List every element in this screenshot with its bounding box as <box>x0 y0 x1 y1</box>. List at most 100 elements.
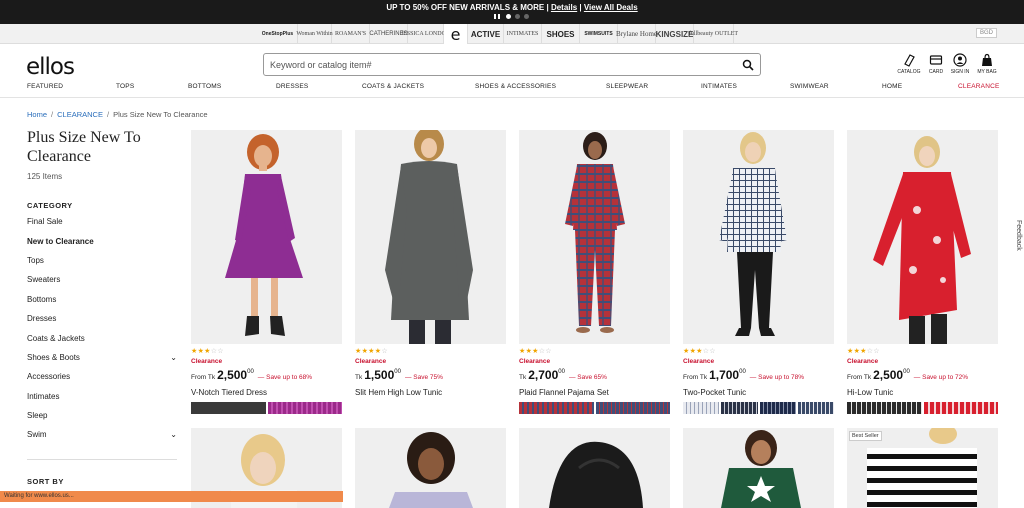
price-prefix: From Tk <box>683 374 708 381</box>
breadcrumb-separator: / <box>51 110 54 119</box>
product-card[interactable] <box>683 428 834 508</box>
promo-view-all-link[interactable]: View All Deals <box>584 3 638 12</box>
color-swatch[interactable] <box>847 402 922 414</box>
brand-link[interactable]: fullbeauty OUTLET <box>689 24 738 44</box>
nav-featured[interactable]: FEATURED <box>27 83 63 90</box>
product-image[interactable] <box>683 130 834 344</box>
card-icon <box>929 55 943 65</box>
promo-carousel-dots <box>494 14 529 19</box>
category-label: Coats & Jackets <box>27 333 85 343</box>
rating-stars: ★★★☆☆ <box>847 347 880 355</box>
chevron-down-icon[interactable]: ⌄ <box>170 430 177 439</box>
category-new-to-clearance[interactable]: New to Clearance <box>27 231 179 250</box>
nav-intimates[interactable]: INTIMATES <box>701 83 737 90</box>
category-shoes-boots[interactable]: Shoes & Boots ⌄ <box>27 348 179 367</box>
signin-link[interactable]: SIGN IN <box>945 53 975 75</box>
savings-text: — Save up to 68% <box>257 374 312 381</box>
color-swatch[interactable] <box>797 402 834 414</box>
nav-swimwear[interactable]: SWIMWEAR <box>790 83 829 90</box>
page-title: Plus Size New To Clearance <box>27 129 141 165</box>
product-name[interactable]: Two-Pocket Tunic <box>683 388 746 397</box>
product-name[interactable]: V-Notch Tiered Dress <box>191 388 267 397</box>
nav-dresses[interactable]: DRESSES <box>276 83 308 90</box>
currency-selector[interactable]: BGD <box>976 28 998 38</box>
brand-link[interactable]: SHOES <box>542 24 580 44</box>
breadcrumb-home[interactable]: Home <box>27 110 47 119</box>
search-input[interactable] <box>270 58 730 72</box>
product-card[interactable]: Best Seller <box>847 428 998 508</box>
clearance-badge: Clearance <box>355 358 387 365</box>
category-tops[interactable]: Tops <box>27 251 179 270</box>
color-swatch[interactable] <box>595 402 670 414</box>
price-amount: 2,500 <box>217 368 248 382</box>
product-card[interactable] <box>355 428 506 508</box>
brand-link[interactable]: OneStopPlus <box>258 24 298 44</box>
price-amount: 2,700 <box>528 368 559 382</box>
nav-bottoms[interactable]: BOTTOMS <box>188 83 221 90</box>
nav-clearance[interactable]: CLEARANCE <box>958 83 1000 90</box>
price-amount: 1,500 <box>364 368 395 382</box>
product-name[interactable]: Plaid Flannel Pajama Set <box>519 388 609 397</box>
logo[interactable]: ellos <box>26 54 75 80</box>
category-final-sale[interactable]: Final Sale <box>27 212 179 231</box>
brand-link[interactable]: ACTIVE <box>468 24 504 44</box>
color-swatch[interactable] <box>191 402 266 414</box>
color-swatch[interactable] <box>267 402 342 414</box>
product-image[interactable] <box>519 130 670 344</box>
category-sweaters[interactable]: Sweaters <box>27 270 179 289</box>
category-bottoms[interactable]: Bottoms <box>27 290 179 309</box>
pause-icon[interactable] <box>494 14 500 19</box>
category-swim[interactable]: Swim ⌄ <box>27 425 179 444</box>
model-figure <box>225 134 303 336</box>
brand-link[interactable]: ROAMAN'S <box>332 24 370 44</box>
main-nav: FEATURED TOPS BOTTOMS DRESSES COATS & JA… <box>0 78 1024 98</box>
brand-link-ellos[interactable]: e <box>444 24 468 44</box>
product-card[interactable] <box>519 428 670 508</box>
catalog-icon <box>904 54 915 67</box>
nav-coats-jackets[interactable]: COATS & JACKETS <box>362 83 424 90</box>
carousel-dot[interactable] <box>515 14 520 19</box>
nav-shoes-accessories[interactable]: SHOES & ACCESSORIES <box>475 83 556 90</box>
category-intimates[interactable]: Intimates <box>27 387 179 406</box>
signin-label: SIGN IN <box>950 69 970 75</box>
rating-stars: ★★★☆☆ <box>519 347 552 355</box>
bag-link[interactable]: MY BAG <box>972 53 1002 75</box>
nav-sleepwear[interactable]: SLEEPWEAR <box>606 83 648 90</box>
category-dresses[interactable]: Dresses <box>27 309 179 328</box>
product-name[interactable]: Slit Hem High Low Tunic <box>355 388 442 397</box>
nav-home[interactable]: HOME <box>882 83 902 90</box>
brand-link[interactable]: Brylane Home <box>616 24 657 44</box>
sidebar-divider <box>27 459 177 460</box>
brand-link[interactable]: Woman Within <box>296 24 333 44</box>
brand-link[interactable]: SWIMSUITS <box>580 24 618 44</box>
brand-link[interactable]: JESSICA LONDON <box>401 24 450 44</box>
category-accessories[interactable]: Accessories <box>27 367 179 386</box>
color-swatch[interactable] <box>759 402 796 414</box>
nav-tops[interactable]: TOPS <box>116 83 134 90</box>
chevron-down-icon[interactable]: ⌄ <box>170 353 177 362</box>
category-sleep[interactable]: Sleep <box>27 406 179 425</box>
product-price: Tk 1,500 00— Save 75% <box>355 368 443 382</box>
color-swatch[interactable] <box>519 402 594 414</box>
sort-heading[interactable]: SORT BY <box>27 477 64 486</box>
color-swatch[interactable] <box>923 402 998 414</box>
brand-link[interactable]: INTIMATES <box>504 24 542 44</box>
product-image[interactable] <box>355 130 506 344</box>
product-image[interactable] <box>847 130 998 344</box>
color-swatch[interactable] <box>683 402 720 414</box>
carousel-dot[interactable] <box>506 14 511 19</box>
product-image[interactable] <box>191 130 342 344</box>
product-name[interactable]: Hi-Low Tunic <box>847 388 893 397</box>
breadcrumb-clearance[interactable]: CLEARANCE <box>57 110 103 119</box>
star-icon: ★★★ <box>847 348 867 355</box>
category-coats-jackets[interactable]: Coats & Jackets <box>27 328 179 347</box>
feedback-tab[interactable]: Feedback <box>1010 220 1022 256</box>
promo-details-link[interactable]: Details <box>551 3 577 12</box>
color-swatch[interactable] <box>721 402 758 414</box>
category-heading: CATEGORY <box>27 201 73 210</box>
catalog-link[interactable]: CATALOG <box>894 53 924 75</box>
price-cents: 00 <box>394 369 401 375</box>
search-icon[interactable] <box>742 59 754 71</box>
category-label: Sleep <box>27 411 48 421</box>
carousel-dot[interactable] <box>524 14 529 19</box>
